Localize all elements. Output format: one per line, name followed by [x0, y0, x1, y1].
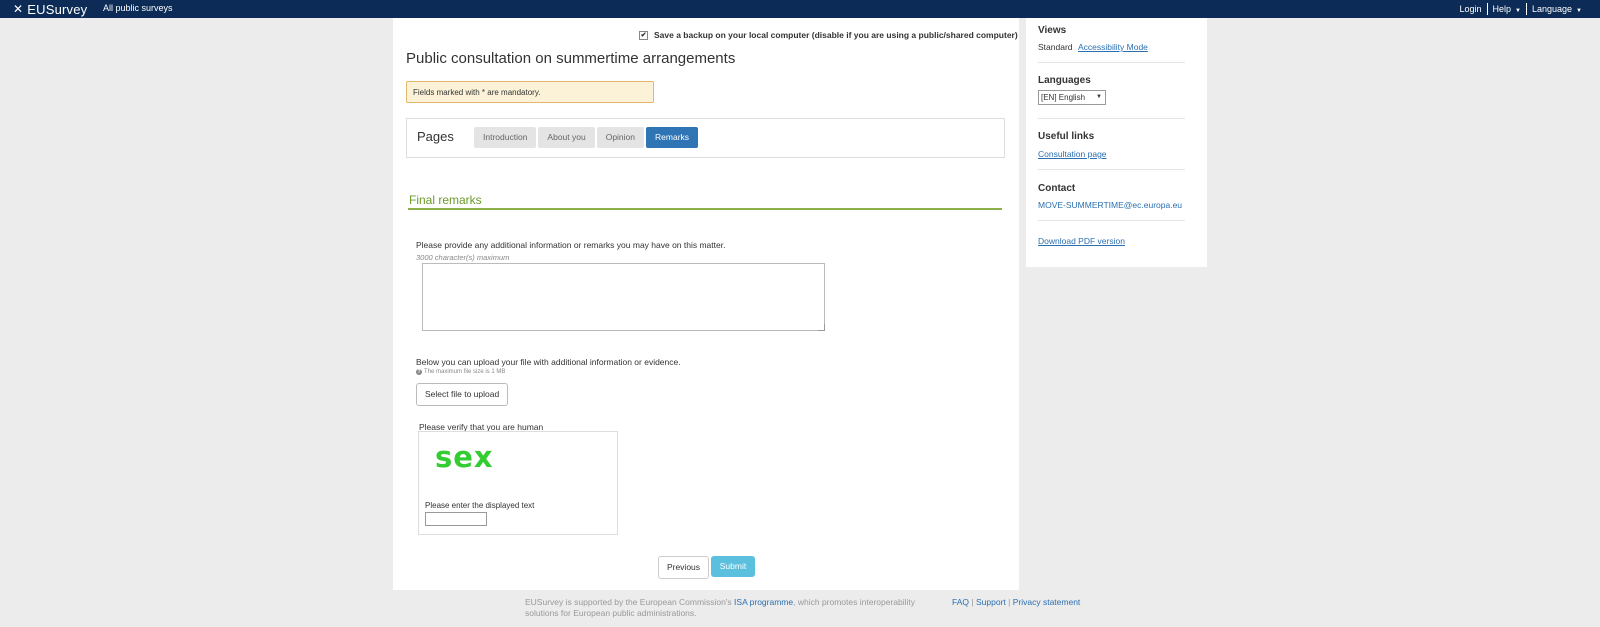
tab-introduction[interactable]: Introduction	[474, 127, 537, 148]
contact-heading: Contact	[1038, 183, 1076, 194]
help-menu[interactable]: Help ▼	[1493, 4, 1521, 14]
survey-main-panel: ✔ Save a backup on your local computer (…	[393, 18, 1019, 590]
tab-remarks[interactable]: Remarks	[646, 127, 699, 148]
sidebar-divider	[1038, 118, 1185, 119]
accessibility-mode-link[interactable]: Accessibility Mode	[1078, 42, 1148, 52]
remarks-textarea[interactable]	[422, 263, 825, 331]
support-link[interactable]: Support	[976, 597, 1006, 607]
chevron-down-icon: ▼	[1576, 8, 1582, 14]
select-file-button[interactable]: Select file to upload	[416, 383, 509, 406]
faq-link[interactable]: FAQ	[952, 597, 969, 607]
download-pdf-link[interactable]: Download PDF version	[1038, 236, 1125, 246]
help-label: Help	[1492, 4, 1512, 14]
useful-links-heading: Useful links	[1038, 131, 1095, 142]
eusurvey-logo-icon: ✕	[13, 2, 24, 16]
chevron-down-icon: ▼	[1096, 94, 1102, 100]
login-link[interactable]: Login	[1460, 4, 1482, 14]
sidebar-divider	[1038, 62, 1185, 63]
eusurvey-logo[interactable]: ✕ EUSurvey	[13, 1, 87, 17]
resize-handle[interactable]	[818, 324, 825, 331]
languages-heading: Languages	[1038, 75, 1091, 86]
footer-separator: |	[1008, 597, 1011, 607]
captcha-prompt: Please enter the displayed text	[425, 501, 535, 510]
upload-question: Below you can upload your file with addi…	[416, 357, 681, 367]
captcha-image: sex	[435, 440, 494, 474]
logo-text: EUSurvey	[27, 1, 88, 17]
views-standard: Standard	[1038, 42, 1073, 52]
section-divider	[408, 208, 1002, 210]
pages-navigation: Pages Introduction About you Opinion Rem…	[406, 118, 1005, 158]
language-label: Language	[1532, 4, 1573, 14]
sidebar-divider	[1038, 169, 1185, 170]
captcha-box: sex Please enter the displayed text	[418, 431, 618, 535]
page-tabs: Introduction About you Opinion Remarks	[474, 127, 699, 148]
previous-button[interactable]: Previous	[658, 556, 709, 579]
top-navigation-bar: ✕ EUSurvey All public surveys Login Help…	[0, 0, 1600, 18]
language-selected: [EN] English	[1041, 93, 1086, 102]
footer-text: EUSurvey is supported by the European Co…	[525, 597, 950, 619]
file-size-hint: ? The maximum file size is 1 MB	[416, 369, 505, 375]
menu-separator	[1486, 3, 1488, 15]
views-heading: Views	[1038, 25, 1067, 36]
section-title: Final remarks	[409, 193, 482, 207]
menu-separator	[1526, 3, 1527, 15]
pages-label: Pages	[417, 129, 454, 144]
language-menu[interactable]: Language ▼	[1532, 4, 1582, 14]
backup-checkbox[interactable]: ✔	[639, 30, 648, 40]
captcha-input[interactable]	[425, 512, 487, 526]
all-public-surveys-link[interactable]: All public surveys	[103, 3, 173, 13]
top-right-menu: Login Help ▼ Language ▼	[1460, 3, 1582, 15]
backup-option[interactable]: ✔ Save a backup on your local computer (…	[639, 30, 1018, 40]
submit-button[interactable]: Submit	[711, 556, 755, 577]
consultation-page-link[interactable]: Consultation page	[1038, 149, 1107, 159]
chevron-down-icon: ▼	[1515, 8, 1521, 14]
info-icon: ?	[416, 369, 422, 375]
file-size-text: The maximum file size is 1 MB	[424, 369, 506, 375]
sidebar-divider	[1038, 220, 1185, 221]
language-select[interactable]: [EN] English ▼	[1038, 90, 1106, 105]
sidebar: Views Standard Accessibility Mode Langua…	[1026, 18, 1207, 267]
tab-opinion[interactable]: Opinion	[596, 127, 645, 148]
survey-title: Public consultation on summertime arrang…	[406, 50, 736, 67]
isa-programme-link[interactable]: ISA programme	[734, 597, 793, 607]
privacy-statement-link[interactable]: Privacy statement	[1013, 597, 1081, 607]
footer-links: FAQ | Support | Privacy statement	[952, 597, 1080, 607]
footer-text-before: EUSurvey is supported by the European Co…	[525, 597, 732, 607]
tab-about-you[interactable]: About you	[538, 127, 595, 148]
remarks-question: Please provide any additional informatio…	[416, 240, 726, 250]
character-limit-hint: 3000 character(s) maximum	[416, 253, 510, 262]
contact-email-link[interactable]: MOVE-SUMMERTIME@ec.europa.eu	[1038, 200, 1182, 210]
mandatory-fields-note: Fields marked with * are mandatory.	[406, 81, 654, 103]
backup-label: Save a backup on your local computer (di…	[654, 30, 1018, 40]
footer-separator: |	[971, 597, 974, 607]
